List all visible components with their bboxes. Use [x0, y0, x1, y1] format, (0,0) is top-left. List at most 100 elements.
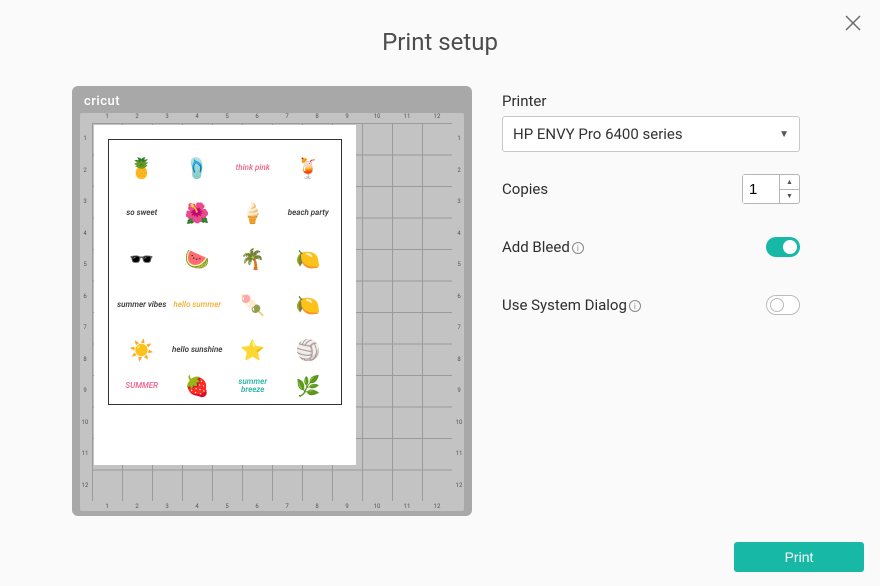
ruler-tick: 10	[362, 503, 392, 511]
ruler-tick: 1	[92, 113, 122, 121]
ruler-tick: 5	[80, 249, 90, 281]
ruler-tick: 3	[152, 503, 182, 511]
ruler-tick: 8	[454, 344, 464, 376]
sticker-sheet: 🍍🩴think pink🍹 so sweet🌺🍦beach party 🕶️🍉🌴🍋 s…	[108, 139, 342, 405]
sticker-text: summer breeze	[226, 374, 280, 398]
ruler-tick: 4	[454, 218, 464, 250]
print-preview: cricut 123456789101112 123456789101112 1…	[72, 86, 472, 516]
printer-label: Printer	[502, 92, 800, 110]
ruler-tick: 1	[92, 503, 122, 511]
sticker-icon: ⭐	[226, 328, 280, 372]
copies-down-icon[interactable]: ▼	[780, 190, 799, 204]
add-bleed-toggle[interactable]	[766, 237, 800, 257]
ruler-tick: 11	[392, 113, 422, 121]
ruler-tick: 7	[272, 503, 302, 511]
ruler-tick: 3	[454, 186, 464, 218]
ruler-tick: 9	[332, 113, 362, 121]
dropdown-caret-icon: ▼	[779, 129, 789, 140]
system-dialog-toggle[interactable]	[766, 295, 800, 315]
ruler-tick: 7	[80, 312, 90, 344]
ruler-tick: 2	[122, 503, 152, 511]
brand-label: cricut	[84, 94, 464, 109]
ruler-tick: 3	[80, 186, 90, 218]
sticker-icon: 🍹	[282, 146, 336, 190]
ruler-tick: 1	[80, 123, 90, 155]
info-icon[interactable]: i	[572, 242, 584, 254]
page-title: Print setup	[0, 0, 880, 56]
copies-label: Copies	[502, 180, 548, 198]
ruler-tick: 8	[302, 503, 332, 511]
sticker-icon: 🌺	[171, 192, 225, 236]
system-dialog-label: Use System Dialogi	[502, 296, 641, 314]
ruler-tick: 4	[182, 503, 212, 511]
ruler-tick: 2	[454, 155, 464, 187]
sticker-icon: 🩴	[171, 146, 225, 190]
ruler-tick: 5	[212, 113, 242, 121]
ruler-tick: 4	[182, 113, 212, 121]
ruler-right: 123456789101112	[454, 123, 464, 501]
ruler-tick: 8	[80, 344, 90, 376]
ruler-tick: 9	[454, 375, 464, 407]
ruler-tick: 11	[392, 503, 422, 511]
sticker-text: hello sunshine	[171, 328, 225, 372]
ruler-tick: 12	[80, 470, 90, 502]
sticker-icon: 🍦	[226, 192, 280, 236]
ruler-tick: 6	[242, 503, 272, 511]
ruler-bottom: 123456789101112	[92, 503, 452, 511]
copies-input[interactable]	[743, 175, 779, 203]
ruler-tick: 1	[454, 123, 464, 155]
sticker-text: so sweet	[115, 192, 169, 236]
copies-stepper[interactable]: ▲ ▼	[742, 174, 800, 204]
sticker-icon: 🍉	[171, 237, 225, 281]
ruler-tick: 6	[80, 281, 90, 313]
sticker-text: SUMMER	[115, 374, 169, 398]
sticker-icon: 🌿	[282, 374, 336, 398]
ruler-left: 123456789101112	[80, 123, 90, 501]
ruler-tick: 11	[80, 438, 90, 470]
info-icon[interactable]: i	[629, 300, 641, 312]
ruler-tick: 3	[152, 113, 182, 121]
ruler-tick: 9	[80, 375, 90, 407]
printer-select[interactable]: HP ENVY Pro 6400 series ▼	[502, 116, 800, 152]
sticker-icon: 🍍	[115, 146, 169, 190]
sticker-icon: 🕶️	[115, 237, 169, 281]
sticker-icon: 🌴	[226, 237, 280, 281]
sticker-text: think pink	[226, 146, 280, 190]
ruler-tick: 2	[80, 155, 90, 187]
ruler-tick: 2	[122, 113, 152, 121]
sticker-icon: 🏐	[282, 328, 336, 372]
close-button[interactable]	[844, 14, 862, 32]
print-button[interactable]: Print	[734, 542, 864, 572]
ruler-tick: 5	[454, 249, 464, 281]
ruler-tick: 10	[362, 113, 392, 121]
sticker-icon: 🍋	[282, 283, 336, 327]
cutting-mat: 123456789101112 123456789101112 12345678…	[80, 113, 464, 511]
sticker-icon: ☀️	[115, 328, 169, 372]
ruler-tick: 4	[80, 218, 90, 250]
ruler-tick: 12	[422, 113, 452, 121]
printer-value: HP ENVY Pro 6400 series	[513, 125, 683, 143]
ruler-tick: 10	[454, 407, 464, 439]
sticker-text: summer vibes	[115, 283, 169, 327]
ruler-tick: 7	[272, 113, 302, 121]
sticker-icon: 🍋	[282, 237, 336, 281]
ruler-tick: 11	[454, 438, 464, 470]
ruler-tick: 5	[212, 503, 242, 511]
ruler-tick: 10	[80, 407, 90, 439]
ruler-tick: 12	[454, 470, 464, 502]
ruler-tick: 12	[422, 503, 452, 511]
ruler-tick: 6	[242, 113, 272, 121]
ruler-tick: 8	[302, 113, 332, 121]
print-sheet: 🍍🩴think pink🍹 so sweet🌺🍦beach party 🕶️🍉🌴🍋 s…	[94, 125, 356, 465]
ruler-tick: 6	[454, 281, 464, 313]
sticker-icon: 🍡	[226, 283, 280, 327]
sticker-icon: 🍓	[171, 374, 225, 398]
copies-up-icon[interactable]: ▲	[780, 175, 799, 190]
sticker-text: beach party	[282, 192, 336, 236]
add-bleed-label: Add Bleedi	[502, 238, 584, 256]
sticker-text: hello summer	[171, 283, 225, 327]
ruler-tick: 7	[454, 312, 464, 344]
settings-panel: Printer HP ENVY Pro 6400 series ▼ Copies…	[502, 86, 800, 516]
ruler-tick: 9	[332, 503, 362, 511]
ruler-top: 123456789101112	[92, 113, 452, 121]
